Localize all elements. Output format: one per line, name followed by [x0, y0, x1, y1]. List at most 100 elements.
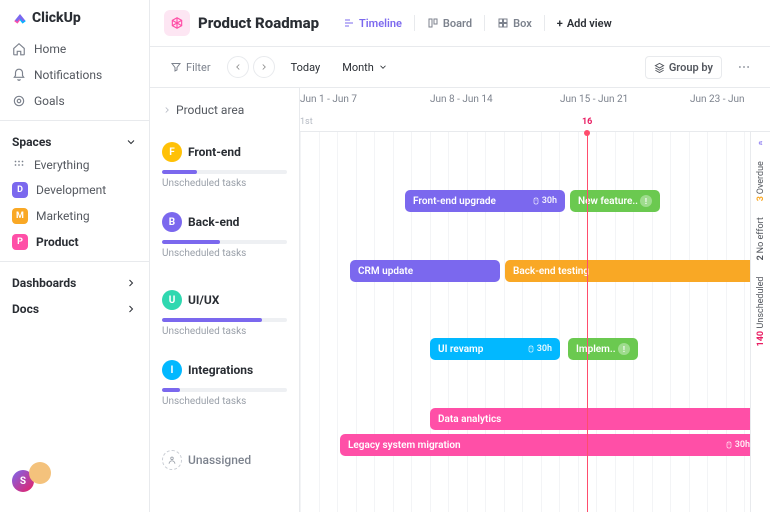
task-bar[interactable]: Data analytics — [430, 408, 760, 430]
lane-badge: F — [162, 142, 182, 162]
space-label: Product — [36, 235, 79, 249]
page-title: Product Roadmap — [198, 14, 319, 32]
task-bar[interactable]: Front-end upgrade30h — [405, 190, 565, 212]
space-label: Marketing — [36, 209, 90, 223]
main: Product Roadmap Timeline Board Box — [150, 0, 770, 512]
progress-bar — [162, 170, 287, 174]
view-timeline[interactable]: Timeline — [335, 13, 410, 34]
nav-home[interactable]: Home — [0, 36, 149, 62]
filter-icon — [170, 61, 182, 73]
filter-button[interactable]: Filter — [164, 57, 217, 78]
unscheduled-link[interactable]: Unscheduled tasks — [162, 396, 287, 407]
clickup-logo-icon — [12, 10, 28, 26]
spaces-label: Spaces — [12, 135, 51, 149]
task-label: Data analytics — [438, 414, 501, 425]
timeline-icon — [343, 17, 355, 29]
dashboards-label: Dashboards — [12, 276, 76, 290]
lane-badge: B — [162, 212, 182, 232]
timeline-grid[interactable]: Jun 1 - Jun 7Jun 8 - Jun 14Jun 15 - Jun … — [300, 88, 770, 512]
space-badge: D — [12, 182, 28, 198]
today-button[interactable]: Today — [285, 57, 327, 78]
task-bar[interactable]: New feature..! — [570, 190, 660, 212]
everything-item[interactable]: Everything — [0, 153, 149, 177]
sidebar-space-marketing[interactable]: M Marketing — [0, 203, 149, 229]
task-label: Back-end testing — [513, 266, 589, 277]
rail-overdue[interactable]: 3 Overdue — [756, 153, 766, 209]
lane-label: Front-end — [188, 145, 241, 159]
unscheduled-link[interactable]: Unscheduled tasks — [162, 326, 287, 337]
space-badge: P — [12, 234, 28, 250]
task-bar[interactable]: Back-end testing — [505, 260, 755, 282]
progress-bar — [162, 388, 287, 392]
date-header: Jun 1 - Jun 7Jun 8 - Jun 14Jun 15 - Jun … — [300, 88, 770, 132]
nav-label: Goals — [34, 94, 65, 108]
space-icon — [164, 10, 190, 36]
docs-header[interactable]: Docs — [0, 294, 149, 320]
collapse-icon[interactable]: « — [758, 138, 763, 149]
date-range: Jun 23 - Jun — [690, 94, 745, 105]
lane-front-end[interactable]: F Front-end Unscheduled tasks — [150, 132, 299, 202]
chevron-right-icon — [125, 303, 137, 315]
rail-count: 140 — [756, 331, 766, 347]
rail-count: 3 — [756, 196, 766, 201]
lane-label: UI/UX — [188, 293, 219, 307]
next-button[interactable] — [253, 56, 275, 78]
chevron-right-icon — [125, 277, 137, 289]
board-icon — [427, 17, 439, 29]
progress-bar — [162, 318, 287, 322]
lane-label: Integrations — [188, 363, 253, 377]
lane-integrations[interactable]: IIntegrations Unscheduled tasks — [150, 350, 299, 440]
avatar[interactable] — [29, 462, 51, 484]
date-range: Jun 8 - Jun 14 — [430, 94, 493, 105]
logo[interactable]: ClickUp — [0, 10, 149, 36]
lane-column-header[interactable]: Product area — [150, 88, 299, 132]
task-hours: 30h — [532, 196, 557, 206]
task-bar[interactable]: Legacy system migration 30h — [340, 434, 758, 456]
rail-label: Overdue — [756, 161, 766, 194]
rail-unscheduled[interactable]: 140 Unscheduled — [756, 269, 766, 354]
user-icon — [162, 450, 182, 470]
scale-dropdown[interactable]: Month — [336, 57, 394, 78]
task-hours: 30h — [725, 440, 750, 450]
toolbar: Filter Today Month Group by — [150, 47, 770, 88]
brand-name: ClickUp — [32, 10, 81, 26]
nav-goals[interactable]: Goals — [0, 88, 149, 114]
unscheduled-link[interactable]: Unscheduled tasks — [162, 178, 287, 189]
date-range: Jun 15 - Jun 21 — [560, 94, 628, 105]
view-box[interactable]: Box — [489, 13, 540, 34]
sidebar-space-product[interactable]: P Product — [0, 229, 149, 255]
nav-label: Home — [34, 42, 66, 56]
group-by-button[interactable]: Group by — [645, 56, 722, 79]
docs-label: Docs — [12, 302, 39, 316]
lane-back-end[interactable]: B Back-end Unscheduled tasks — [150, 202, 299, 280]
add-view-button[interactable]: + Add view — [549, 13, 620, 34]
unscheduled-link[interactable]: Unscheduled tasks — [162, 248, 287, 259]
task-bar[interactable]: CRM update — [350, 260, 500, 282]
lane-badge: U — [162, 290, 182, 310]
task-hours: 30h — [527, 344, 552, 354]
lane-label: Back-end — [188, 215, 239, 229]
current-date: 16 — [582, 117, 592, 127]
unassigned-lane[interactable]: Unassigned — [150, 440, 299, 476]
task-bar[interactable]: Implem..! — [568, 338, 638, 360]
prev-button[interactable] — [227, 56, 249, 78]
view-tabs: Timeline Board Box + Add view — [335, 13, 620, 34]
lane-ui-ux[interactable]: U UI/UX Unscheduled tasks — [150, 280, 299, 350]
sidebar-space-development[interactable]: DDevelopment — [0, 177, 149, 203]
space-badge: M — [12, 208, 28, 224]
task-bar[interactable]: UI revamp30h — [430, 338, 560, 360]
rail-no-effort[interactable]: 2 No effort — [756, 209, 766, 268]
dashboards-header[interactable]: Dashboards — [0, 268, 149, 294]
more-button[interactable] — [732, 55, 756, 79]
home-icon — [12, 42, 26, 56]
spaces-list: DDevelopment M Marketing P Product — [0, 177, 149, 255]
nav-notifications[interactable]: Notifications — [0, 62, 149, 88]
info-icon: ! — [618, 343, 630, 355]
everything-label: Everything — [34, 158, 89, 172]
view-board[interactable]: Board — [419, 13, 480, 34]
bell-icon — [12, 68, 26, 82]
user-avatars[interactable]: S — [0, 452, 149, 503]
plus-icon: + — [557, 17, 563, 30]
task-label: Legacy system migration — [348, 440, 461, 451]
spaces-header[interactable]: Spaces — [0, 127, 149, 153]
